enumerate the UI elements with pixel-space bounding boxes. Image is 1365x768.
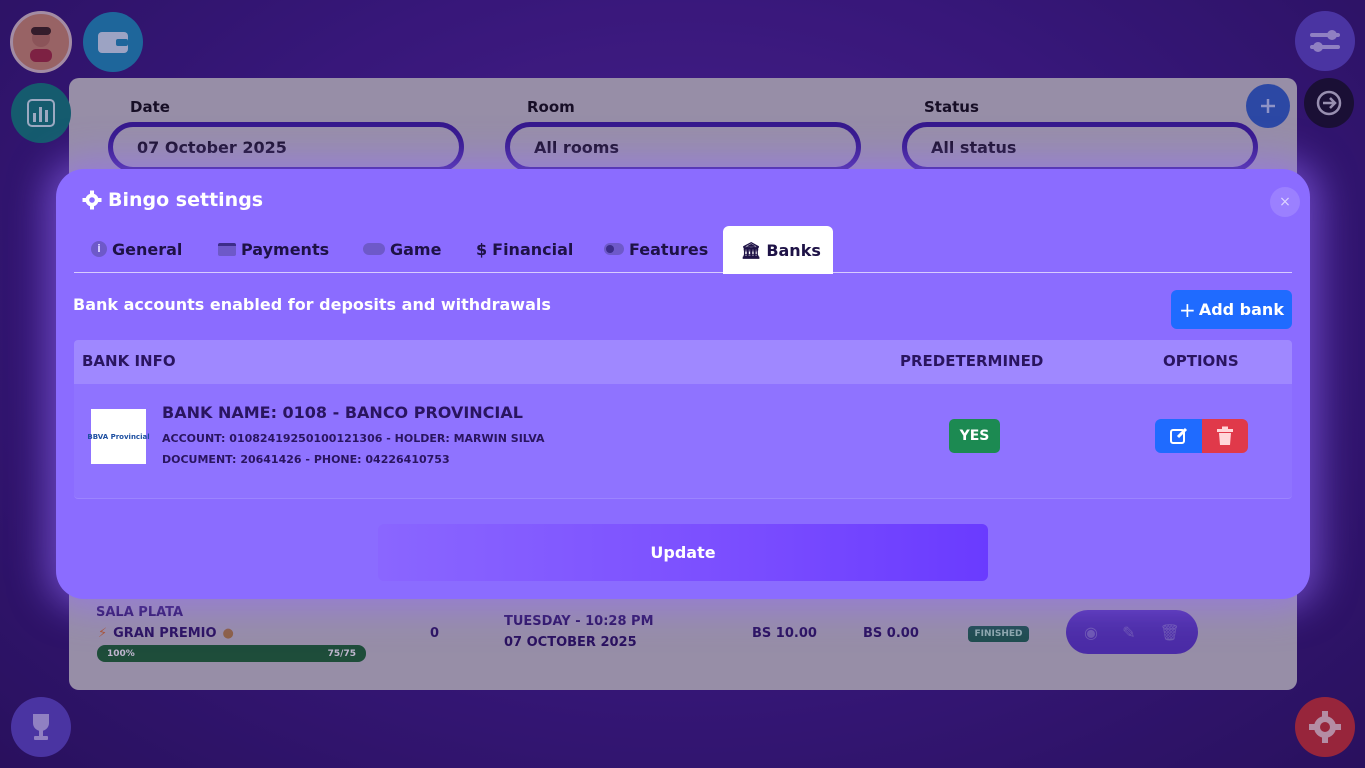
tab-banks[interactable]: 🏛 Banks xyxy=(723,226,833,274)
game-options: ◉ ✎ 🗑 xyxy=(1066,610,1198,654)
document-number: 20641426 xyxy=(240,453,302,466)
game-date: 07 OCTOBER 2025 xyxy=(504,635,637,650)
date-filter-label: Date xyxy=(130,98,170,116)
game-amount-2: BS 0.00 xyxy=(863,626,919,641)
bank-document-line: DOCUMENT: 20641426 - PHONE: 04226410753 xyxy=(162,453,450,466)
add-bank-button[interactable]: + Add bank xyxy=(1171,290,1292,329)
gear-icon xyxy=(82,190,102,210)
tab-financial-label: Financial xyxy=(492,239,574,259)
edit-icon xyxy=(1169,427,1187,444)
filters-toggle-button[interactable] xyxy=(1295,11,1355,71)
bank-logo: BBVA Provincial xyxy=(87,409,150,464)
edit-bank-button[interactable] xyxy=(1155,419,1202,453)
delete-bank-button[interactable] xyxy=(1202,419,1248,453)
bank-account-line: ACCOUNT: 01082419250100121306 - HOLDER: … xyxy=(162,432,545,445)
banks-table-header: BANK INFO PREDETERMINED OPTIONS xyxy=(74,340,1292,384)
wallet-button[interactable] xyxy=(83,12,143,72)
wallet-icon xyxy=(98,32,128,53)
separator: - xyxy=(386,432,391,445)
progress-count: 75/75 xyxy=(327,648,356,659)
header-predetermined: PREDETERMINED xyxy=(900,352,1044,370)
sliders-icon xyxy=(1310,30,1340,52)
settings-tabs: i General Payments Game $ Financial Feat… xyxy=(74,226,1292,274)
phone-label: PHONE: xyxy=(313,453,362,466)
bank-icon: 🏛 xyxy=(741,240,762,260)
tab-general-label: General xyxy=(112,239,183,259)
predetermined-badge: YES xyxy=(949,419,1000,453)
close-button[interactable]: × xyxy=(1270,187,1300,217)
logout-icon xyxy=(1316,90,1342,116)
view-icon[interactable]: ◉ xyxy=(1084,623,1098,642)
header-bank-info: BANK INFO xyxy=(82,352,176,370)
tab-features[interactable]: Features xyxy=(604,226,708,272)
medal-icon: ● xyxy=(222,626,234,641)
progress-percent: 100% xyxy=(107,648,135,659)
trash-icon xyxy=(1217,426,1233,445)
separator: - xyxy=(305,453,310,466)
game-progress-bar: 100% 75/75 xyxy=(97,645,366,662)
account-label: ACCOUNT: xyxy=(162,432,226,445)
trophy-button[interactable] xyxy=(11,697,71,757)
trophy-icon xyxy=(33,714,49,740)
dollar-icon: $ xyxy=(476,239,488,259)
plus-icon: + xyxy=(1179,297,1196,322)
settings-button[interactable] xyxy=(1295,697,1355,757)
tab-payments[interactable]: Payments xyxy=(218,226,329,272)
gear-icon xyxy=(1309,711,1341,743)
date-filter-select[interactable]: 07 October 2025 xyxy=(108,122,464,172)
status-filter-label: Status xyxy=(924,98,979,116)
header-options: OPTIONS xyxy=(1163,352,1239,370)
plus-icon xyxy=(1261,99,1275,113)
gamepad-icon xyxy=(363,243,385,255)
room-filter-label: Room xyxy=(527,98,575,116)
lightning-icon: ⚡ xyxy=(98,626,108,641)
phone-number: 04226410753 xyxy=(365,453,450,466)
chart-icon xyxy=(27,99,55,127)
tab-payments-label: Payments xyxy=(241,239,330,259)
toggle-icon xyxy=(604,243,624,255)
game-amount-1: BS 10.00 xyxy=(752,626,817,641)
account-number: 01082419250100121306 xyxy=(229,432,383,445)
avatar[interactable] xyxy=(10,11,72,73)
document-label: DOCUMENT: xyxy=(162,453,237,466)
add-bank-label: Add bank xyxy=(1198,300,1284,319)
bank-logo-text: BBVA Provincial xyxy=(87,432,150,441)
user-avatar-icon xyxy=(30,27,52,62)
holder-name: MARWIN SILVA xyxy=(453,432,545,445)
update-button[interactable]: Update xyxy=(378,524,988,581)
tab-game-label: Game xyxy=(390,239,442,259)
tab-game[interactable]: Game xyxy=(363,226,441,272)
trash-icon[interactable]: 🗑 xyxy=(1160,623,1180,642)
game-room-name: SALA PLATA xyxy=(96,605,184,620)
game-prize: ⚡ GRAN PREMIO ● xyxy=(98,626,234,641)
bingo-settings-modal: Bingo settings × i General Payments Game… xyxy=(56,169,1310,599)
tab-financial[interactable]: $ Financial xyxy=(476,226,573,272)
holder-label: HOLDER: xyxy=(394,432,450,445)
game-prize-label: GRAN PREMIO xyxy=(113,626,217,641)
status-filter-select[interactable]: All status xyxy=(902,122,1258,172)
logout-button[interactable] xyxy=(1304,78,1354,128)
tab-banks-label: Banks xyxy=(766,240,821,260)
room-filter-select[interactable]: All rooms xyxy=(505,122,861,172)
game-day-time: TUESDAY - 10:28 PM xyxy=(504,614,654,629)
status-badge: FINISHED xyxy=(968,626,1029,642)
info-icon: i xyxy=(91,241,107,257)
credit-card-icon xyxy=(218,242,236,256)
stats-button[interactable] xyxy=(11,83,71,143)
bank-name: BANK NAME: 0108 - BANCO PROVINCIAL xyxy=(162,403,523,422)
modal-title: Bingo settings xyxy=(82,189,263,211)
table-row: BBVA Provincial BANK NAME: 0108 - BANCO … xyxy=(74,384,1292,499)
modal-title-text: Bingo settings xyxy=(108,189,264,211)
banks-subtitle: Bank accounts enabled for deposits and w… xyxy=(73,295,551,314)
tab-features-label: Features xyxy=(629,239,709,259)
edit-icon[interactable]: ✎ xyxy=(1122,623,1135,642)
add-game-button[interactable] xyxy=(1246,84,1290,128)
tab-general[interactable]: i General xyxy=(91,226,182,272)
game-count: 0 xyxy=(430,626,440,641)
